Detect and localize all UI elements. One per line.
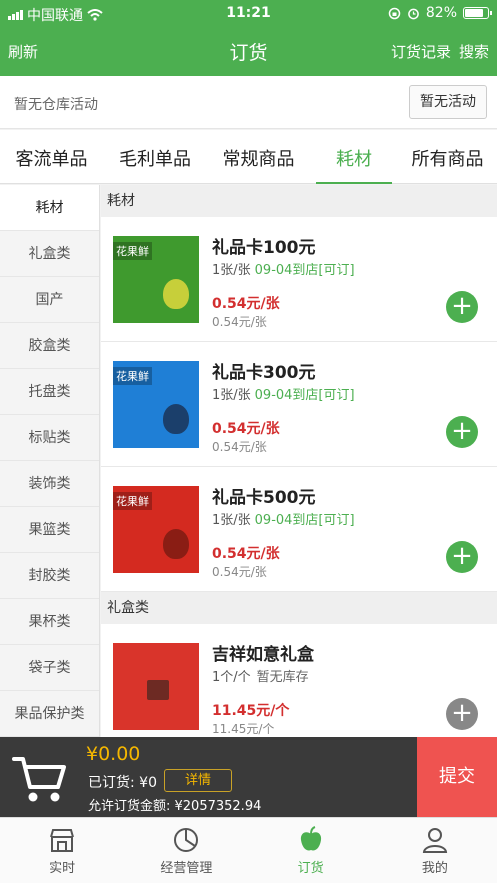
product-spec: 1张/张 09-04到店[可订] <box>212 509 355 528</box>
product-spec: 1张/张 09-04到店[可订] <box>212 259 355 278</box>
ordered-amount: 已订货: ¥0 <box>88 775 157 791</box>
tabbar-label: 经营管理 <box>160 861 213 876</box>
add-to-cart-icon[interactable]: + <box>446 541 478 573</box>
sidebar-item[interactable]: 袋子类 <box>0 645 99 691</box>
bottom-tab-bar: 实时 经营管理 订货 我的 <box>0 817 497 883</box>
battery-icon <box>463 7 492 19</box>
product-name: 吉祥如意礼盒 <box>212 645 314 665</box>
tab-4[interactable]: 所有商品 <box>398 130 497 183</box>
product-orig-price: 0.54元/张 <box>212 565 267 579</box>
tabbar-label: 订货 <box>297 861 324 876</box>
product-orig-price: 11.45元/个 <box>212 722 275 736</box>
product-price: 0.54元/张 <box>212 296 280 312</box>
add-to-cart-icon[interactable]: + <box>446 291 478 323</box>
tabbar-item-1[interactable]: 经营管理 <box>124 818 248 883</box>
availability-text: 09-04到店[可订] <box>254 513 355 528</box>
battery-percent: 82% <box>425 5 457 21</box>
sidebar-item[interactable]: 果品保护类 <box>0 691 99 737</box>
product-image: 花果鲜 <box>113 361 199 448</box>
spec-text: 1个/个 <box>212 670 251 685</box>
sidebar-item[interactable]: 礼盒类 <box>0 231 99 277</box>
nav-actions: 订货记录 搜索 <box>391 41 489 62</box>
cart-total: ¥0.00 <box>86 743 141 765</box>
sidebar-item[interactable]: 标贴类 <box>0 415 99 461</box>
mascot-image <box>163 279 189 309</box>
sidebar-item[interactable]: 果杯类 <box>0 599 99 645</box>
navigation-bar: 刷新 订货 订货记录 搜索 <box>0 26 497 76</box>
availability-text: 09-04到店[可订] <box>254 263 355 278</box>
product-spec: 1张/张 09-04到店[可订] <box>212 384 355 403</box>
sidebar-item[interactable]: 托盘类 <box>0 369 99 415</box>
sidebar-item[interactable]: 耗材 <box>0 185 99 231</box>
order-record-button[interactable]: 订货记录 <box>391 41 451 62</box>
detail-button[interactable]: 详情 <box>164 769 232 792</box>
availability-text: 09-04到店[可订] <box>254 388 355 403</box>
sidebar-item[interactable]: 封胶类 <box>0 553 99 599</box>
alarm-icon <box>408 8 419 19</box>
warehouse-activity-bar: 暂无仓库活动 暂无活动 <box>0 76 497 129</box>
user-icon <box>420 825 450 855</box>
mascot-image <box>163 404 189 434</box>
tabbar-item-3[interactable]: 我的 <box>373 818 497 883</box>
brand-label: 花果鲜 <box>113 242 152 260</box>
product-price: 0.54元/张 <box>212 546 280 562</box>
product-orig-price: 0.54元/张 <box>212 440 267 454</box>
product-spec: 1个/个 暂无库存 <box>212 666 309 685</box>
sidebar-item[interactable]: 装饰类 <box>0 461 99 507</box>
cart-bar: ¥0.00 已订货: ¥0 详情 允许订货金额: ¥2057352.94 提交 <box>0 737 497 817</box>
submit-button[interactable]: 提交 <box>417 737 497 817</box>
activity-button[interactable]: 暂无活动 <box>409 85 487 119</box>
orientation-lock-icon <box>388 7 401 19</box>
category-tabs: 客流单品 毛利单品 常规商品 耗材 所有商品 <box>0 130 497 184</box>
activity-text: 暂无仓库活动 <box>14 97 98 113</box>
product-name: 礼品卡100元 <box>212 238 316 258</box>
brand-label: 花果鲜 <box>113 367 152 385</box>
section-title: 耗材 <box>101 185 497 217</box>
add-to-cart-icon[interactable]: + <box>446 416 478 448</box>
product-name: 礼品卡300元 <box>212 363 316 383</box>
tab-3[interactable]: 耗材 <box>310 130 398 184</box>
spec-text: 1张/张 <box>212 263 251 278</box>
status-right: 82% <box>388 5 492 21</box>
tabbar-item-2[interactable]: 订货 <box>249 818 373 883</box>
spec-text: 1张/张 <box>212 513 251 528</box>
cart-icon[interactable] <box>10 747 70 807</box>
subcategory-sidebar: 耗材 礼盒类 国产 胶盒类 托盘类 标贴类 装饰类 果篮类 封胶类 果杯类 袋子类 果品保护类 <box>0 185 100 737</box>
status-bar: 中国联通 11:21 82% <box>0 0 497 26</box>
spec-text: 1张/张 <box>212 388 251 403</box>
apple-icon <box>296 825 326 855</box>
tab-2[interactable]: 常规商品 <box>207 130 310 183</box>
sidebar-item[interactable]: 果篮类 <box>0 507 99 553</box>
sidebar-item[interactable]: 国产 <box>0 277 99 323</box>
product-price: 0.54元/张 <box>212 421 280 437</box>
tabbar-label: 我的 <box>421 861 448 876</box>
product-item: 花果鲜 礼品卡100元 1张/张 09-04到店[可订] 0.54元/张 0.54元/张 + <box>101 217 497 342</box>
tabbar-item-0[interactable]: 实时 <box>0 818 124 883</box>
top-bar: 中国联通 11:21 82% 刷新 订货 订货记录 搜索 <box>0 0 497 76</box>
product-image <box>113 643 199 730</box>
sidebar-item[interactable]: 胶盒类 <box>0 323 99 369</box>
tab-1[interactable]: 毛利单品 <box>103 130 207 183</box>
gift-box-image <box>147 680 169 700</box>
allowed-amount: 允许订货金额: ¥2057352.94 <box>88 799 262 814</box>
product-item: 花果鲜 礼品卡500元 1张/张 09-04到店[可订] 0.54元/张 0.54元/张 + <box>101 467 497 592</box>
product-image: 花果鲜 <box>113 236 199 323</box>
product-list: 耗材 花果鲜 礼品卡100元 1张/张 09-04到店[可订] 0.54元/张 0.54元/… <box>101 185 497 737</box>
add-to-cart-icon[interactable]: + <box>446 698 478 730</box>
store-icon <box>47 825 77 855</box>
search-button[interactable]: 搜索 <box>459 41 489 62</box>
section-title: 礼盒类 <box>101 592 497 624</box>
product-item: 花果鲜 礼品卡300元 1张/张 09-04到店[可订] 0.54元/张 0.54元/张 + <box>101 342 497 467</box>
product-price: 11.45元/个 <box>212 703 290 719</box>
product-image: 花果鲜 <box>113 486 199 573</box>
pie-chart-icon <box>171 825 201 855</box>
product-item: 吉祥如意礼盒 1个/个 暂无库存 11.45元/个 11.45元/个 + <box>101 624 497 737</box>
product-name: 礼品卡500元 <box>212 488 316 508</box>
mascot-image <box>163 529 189 559</box>
tab-0[interactable]: 客流单品 <box>0 130 103 183</box>
brand-label: 花果鲜 <box>113 492 152 510</box>
product-orig-price: 0.54元/张 <box>212 315 267 329</box>
tabbar-label: 实时 <box>49 861 76 876</box>
availability-text: 暂无库存 <box>256 670 309 685</box>
